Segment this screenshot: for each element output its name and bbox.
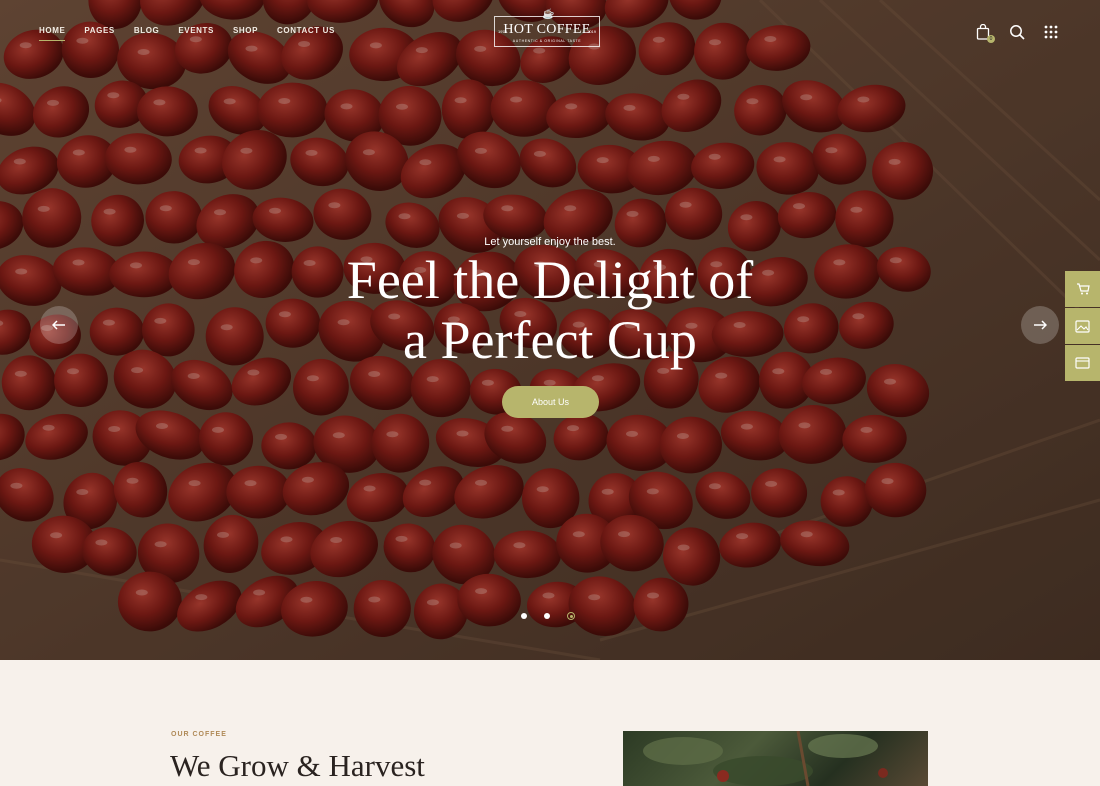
- slider-dot-active[interactable]: [567, 612, 575, 620]
- gallery-icon[interactable]: [1065, 308, 1100, 344]
- grid-menu-icon[interactable]: [1042, 23, 1060, 41]
- browser-window-icon[interactable]: [1065, 345, 1100, 381]
- nav-item-events[interactable]: EVENTS: [178, 26, 214, 41]
- search-icon[interactable]: [1008, 23, 1026, 41]
- logo-name: HOT COFFEE: [503, 22, 591, 37]
- slider-dot[interactable]: [544, 613, 550, 619]
- slider-pagination: [521, 612, 575, 620]
- about-section: [0, 660, 1100, 786]
- side-toolbar: [1065, 271, 1100, 382]
- section-title: We Grow & Harvest: [170, 748, 425, 783]
- hero-title: Feel the Delight of a Perfect Cup: [0, 250, 1100, 370]
- nav-item-blog[interactable]: BLOG: [134, 26, 160, 41]
- nav-item-home[interactable]: HOME: [39, 26, 66, 41]
- header-icons: 0: [974, 23, 1060, 43]
- nav-item-contact-us[interactable]: CONTACT US: [277, 26, 335, 41]
- slider-dot[interactable]: [521, 613, 527, 619]
- slider-prev-button[interactable]: [40, 306, 78, 344]
- coffee-cup-icon: ☕: [542, 9, 555, 20]
- logo-right-year: 2019: [587, 29, 596, 34]
- hero-title-line-2: a Perfect Cup: [403, 310, 697, 370]
- coffee-plant-image: [623, 731, 928, 786]
- slider-next-button[interactable]: [1021, 306, 1059, 344]
- main-nav: HOME PAGES BLOG EVENTS SHOP CONTACT US: [39, 26, 354, 41]
- cart-icon[interactable]: [1065, 271, 1100, 307]
- about-us-button[interactable]: About Us: [502, 386, 599, 418]
- cart-count-badge: 0: [987, 35, 995, 43]
- site-logo[interactable]: ☕ 1970 2019 HOT COFFEE AUTHENTIC & ORIGI…: [494, 9, 600, 47]
- arrow-right-icon: [1034, 320, 1047, 330]
- logo-tagline: AUTHENTIC & ORIGINAL TASTE: [512, 39, 582, 43]
- hero-subtitle: Let yourself enjoy the best.: [484, 236, 616, 248]
- nav-item-pages[interactable]: PAGES: [84, 26, 114, 41]
- nav-item-shop[interactable]: SHOP: [233, 26, 258, 41]
- hero-title-line-1: Feel the Delight of: [346, 250, 754, 310]
- shopping-bag-icon[interactable]: 0: [974, 23, 995, 43]
- section-eyebrow: OUR COFFEE: [171, 731, 227, 738]
- logo-left-year: 1970: [498, 29, 507, 34]
- arrow-left-icon: [52, 320, 65, 330]
- hero-slider: HOME PAGES BLOG EVENTS SHOP CONTACT US ☕…: [0, 0, 1100, 660]
